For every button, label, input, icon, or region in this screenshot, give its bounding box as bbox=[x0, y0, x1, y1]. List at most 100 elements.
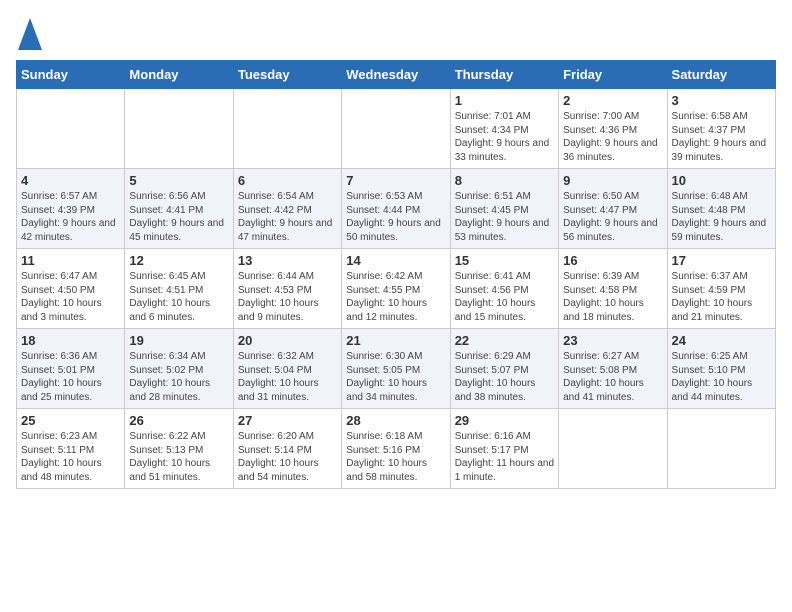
calendar-cell: 12Sunrise: 6:45 AMSunset: 4:51 PMDayligh… bbox=[125, 249, 233, 329]
day-number: 22 bbox=[455, 333, 554, 348]
day-number: 6 bbox=[238, 173, 337, 188]
calendar-header-wednesday: Wednesday bbox=[342, 61, 450, 89]
calendar-cell: 18 Sunrise: 6:36 AMSunset: 5:01 PMDayligh… bbox=[17, 329, 125, 409]
day-info: Sunrise: 6:27 AMSunset: 5:08 PMDaylight:… bbox=[563, 350, 662, 404]
calendar-cell bbox=[559, 409, 667, 489]
calendar-week-row: 4 Sunrise: 6:57 AMSunset: 4:39 PMDaylight… bbox=[17, 169, 776, 249]
calendar-cell: 2 Sunrise: 7:00 AMSunset: 4:36 PMDaylight… bbox=[559, 89, 667, 169]
calendar-cell: 27 Sunrise: 6:20 AMSunset: 5:14 PMDayligh… bbox=[233, 409, 341, 489]
day-number: 17 bbox=[672, 253, 771, 268]
calendar-cell: 13 Sunrise: 6:44 AMSunset: 4:53 PMDayligh… bbox=[233, 249, 341, 329]
day-info: Sunrise: 6:23 AMSunset: 5:11 PMDaylight:… bbox=[21, 430, 120, 484]
calendar-cell: 11 Sunrise: 6:47 AMSunset: 4:50 PMDayligh… bbox=[17, 249, 125, 329]
day-number: 15 bbox=[455, 253, 554, 268]
day-info: Sunrise: 6:36 AMSunset: 5:01 PMDaylight:… bbox=[21, 350, 120, 404]
day-number: 18 bbox=[21, 333, 120, 348]
day-info: Sunrise: 6:54 AMSunset: 4:42 PMDaylight:… bbox=[238, 190, 337, 244]
calendar-cell: 21 Sunrise: 6:30 AMSunset: 5:05 PMDayligh… bbox=[342, 329, 450, 409]
calendar-header-tuesday: Tuesday bbox=[233, 61, 341, 89]
day-info: Sunrise: 6:18 AMSunset: 5:16 PMDaylight:… bbox=[346, 430, 445, 484]
calendar-cell: 22 Sunrise: 6:29 AMSunset: 5:07 PMDayligh… bbox=[450, 329, 558, 409]
page-header bbox=[16, 16, 776, 52]
day-number: 7 bbox=[346, 173, 445, 188]
day-number: 24 bbox=[672, 333, 771, 348]
day-info: Sunrise: 6:56 AMSunset: 4:41 PMDaylight:… bbox=[129, 190, 228, 244]
day-number: 19 bbox=[129, 333, 228, 348]
calendar-cell: 20Sunrise: 6:32 AMSunset: 5:04 PMDayligh… bbox=[233, 329, 341, 409]
calendar-header-sunday: Sunday bbox=[17, 61, 125, 89]
calendar-week-row: 18 Sunrise: 6:36 AMSunset: 5:01 PMDayligh… bbox=[17, 329, 776, 409]
day-info: Sunrise: 6:57 AMSunset: 4:39 PMDaylight:… bbox=[21, 190, 120, 244]
day-number: 11 bbox=[21, 253, 120, 268]
calendar-cell: 16 Sunrise: 6:39 AMSunset: 4:58 PMDayligh… bbox=[559, 249, 667, 329]
calendar-cell bbox=[342, 89, 450, 169]
day-number: 28 bbox=[346, 413, 445, 428]
day-number: 14 bbox=[346, 253, 445, 268]
day-number: 20 bbox=[238, 333, 337, 348]
day-info: Sunrise: 6:45 AMSunset: 4:51 PMDaylight:… bbox=[129, 270, 228, 324]
day-info: Sunrise: 6:20 AMSunset: 5:14 PMDaylight:… bbox=[238, 430, 337, 484]
day-number: 13 bbox=[238, 253, 337, 268]
day-number: 16 bbox=[563, 253, 662, 268]
day-info: Sunrise: 6:53 AMSunset: 4:44 PMDaylight:… bbox=[346, 190, 445, 244]
calendar-header-friday: Friday bbox=[559, 61, 667, 89]
calendar-cell: 19Sunrise: 6:34 AMSunset: 5:02 PMDayligh… bbox=[125, 329, 233, 409]
calendar-week-row: 1 Sunrise: 7:01 AMSunset: 4:34 PMDaylight… bbox=[17, 89, 776, 169]
day-number: 21 bbox=[346, 333, 445, 348]
calendar-cell: 10 Sunrise: 6:48 AMSunset: 4:48 PMDayligh… bbox=[667, 169, 775, 249]
calendar-cell: 17 Sunrise: 6:37 AMSunset: 4:59 PMDayligh… bbox=[667, 249, 775, 329]
calendar-cell: 24 Sunrise: 6:25 AMSunset: 5:10 PMDayligh… bbox=[667, 329, 775, 409]
day-number: 26 bbox=[129, 413, 228, 428]
day-info: Sunrise: 6:22 AMSunset: 5:13 PMDaylight:… bbox=[129, 430, 228, 484]
day-number: 9 bbox=[563, 173, 662, 188]
day-info: Sunrise: 6:48 AMSunset: 4:48 PMDaylight:… bbox=[672, 190, 771, 244]
day-info: Sunrise: 6:30 AMSunset: 5:05 PMDaylight:… bbox=[346, 350, 445, 404]
day-number: 29 bbox=[455, 413, 554, 428]
calendar-cell bbox=[233, 89, 341, 169]
day-number: 1 bbox=[455, 93, 554, 108]
day-number: 2 bbox=[563, 93, 662, 108]
calendar-cell: 3Sunrise: 6:58 AMSunset: 4:37 PMDaylight… bbox=[667, 89, 775, 169]
day-info: Sunrise: 6:44 AMSunset: 4:53 PMDaylight:… bbox=[238, 270, 337, 324]
day-number: 23 bbox=[563, 333, 662, 348]
calendar-cell: 7 Sunrise: 6:53 AMSunset: 4:44 PMDaylight… bbox=[342, 169, 450, 249]
day-number: 25 bbox=[21, 413, 120, 428]
calendar-cell bbox=[17, 89, 125, 169]
calendar-cell: 4 Sunrise: 6:57 AMSunset: 4:39 PMDaylight… bbox=[17, 169, 125, 249]
day-number: 5 bbox=[129, 173, 228, 188]
calendar-header-saturday: Saturday bbox=[667, 61, 775, 89]
calendar-cell bbox=[125, 89, 233, 169]
calendar-cell: 6 Sunrise: 6:54 AMSunset: 4:42 PMDaylight… bbox=[233, 169, 341, 249]
calendar-cell bbox=[667, 409, 775, 489]
day-number: 4 bbox=[21, 173, 120, 188]
logo-icon bbox=[16, 16, 44, 52]
calendar-cell: 14Sunrise: 6:42 AMSunset: 4:55 PMDayligh… bbox=[342, 249, 450, 329]
calendar-cell: 26 Sunrise: 6:22 AMSunset: 5:13 PMDayligh… bbox=[125, 409, 233, 489]
calendar-week-row: 25 Sunrise: 6:23 AMSunset: 5:11 PMDayligh… bbox=[17, 409, 776, 489]
day-number: 10 bbox=[672, 173, 771, 188]
logo bbox=[16, 16, 46, 52]
day-info: Sunrise: 6:39 AMSunset: 4:58 PMDaylight:… bbox=[563, 270, 662, 324]
day-number: 27 bbox=[238, 413, 337, 428]
day-info: Sunrise: 6:50 AMSunset: 4:47 PMDaylight:… bbox=[563, 190, 662, 244]
calendar-cell: 23 Sunrise: 6:27 AMSunset: 5:08 PMDayligh… bbox=[559, 329, 667, 409]
day-number: 3 bbox=[672, 93, 771, 108]
calendar-cell: 1 Sunrise: 7:01 AMSunset: 4:34 PMDaylight… bbox=[450, 89, 558, 169]
calendar-header-thursday: Thursday bbox=[450, 61, 558, 89]
day-info: Sunrise: 6:47 AMSunset: 4:50 PMDaylight:… bbox=[21, 270, 120, 324]
calendar-cell: 8 Sunrise: 6:51 AMSunset: 4:45 PMDaylight… bbox=[450, 169, 558, 249]
calendar-cell: 25 Sunrise: 6:23 AMSunset: 5:11 PMDayligh… bbox=[17, 409, 125, 489]
calendar-cell: 29Sunrise: 6:16 AMSunset: 5:17 PMDayligh… bbox=[450, 409, 558, 489]
day-info: Sunrise: 7:00 AMSunset: 4:36 PMDaylight:… bbox=[563, 110, 662, 164]
day-info: Sunrise: 6:25 AMSunset: 5:10 PMDaylight:… bbox=[672, 350, 771, 404]
calendar-header-monday: Monday bbox=[125, 61, 233, 89]
day-info: Sunrise: 6:29 AMSunset: 5:07 PMDaylight:… bbox=[455, 350, 554, 404]
day-info: Sunrise: 6:51 AMSunset: 4:45 PMDaylight:… bbox=[455, 190, 554, 244]
calendar-cell: 15 Sunrise: 6:41 AMSunset: 4:56 PMDayligh… bbox=[450, 249, 558, 329]
day-info: Sunrise: 7:01 AMSunset: 4:34 PMDaylight:… bbox=[455, 110, 554, 164]
day-info: Sunrise: 6:41 AMSunset: 4:56 PMDaylight:… bbox=[455, 270, 554, 324]
calendar-cell: 9 Sunrise: 6:50 AMSunset: 4:47 PMDaylight… bbox=[559, 169, 667, 249]
day-info: Sunrise: 6:37 AMSunset: 4:59 PMDaylight:… bbox=[672, 270, 771, 324]
calendar-week-row: 11 Sunrise: 6:47 AMSunset: 4:50 PMDayligh… bbox=[17, 249, 776, 329]
day-number: 8 bbox=[455, 173, 554, 188]
